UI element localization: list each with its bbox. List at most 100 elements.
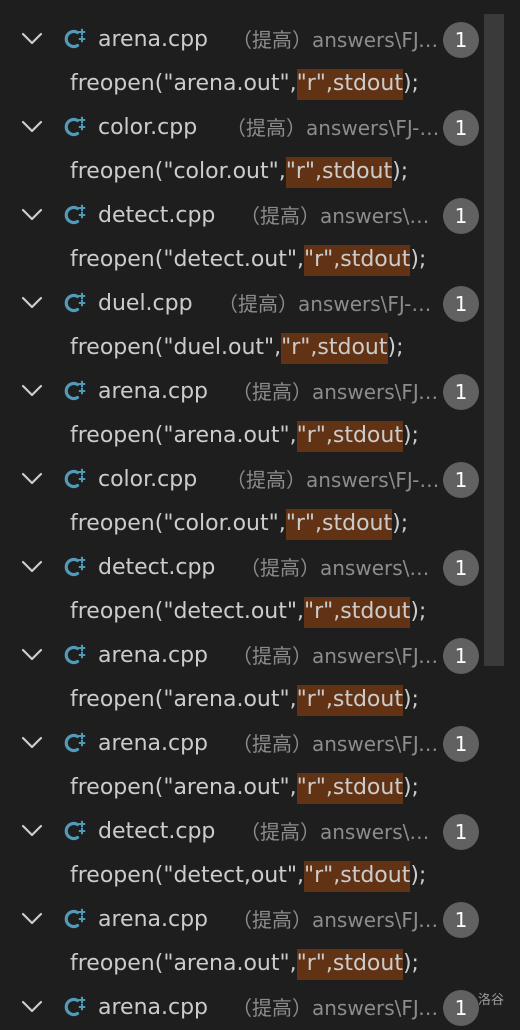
match-prefix: freopen("detect.out", [70, 247, 304, 272]
match-count-badge: 1 [443, 638, 479, 674]
chevron-down-icon[interactable] [21, 383, 43, 399]
match-prefix: freopen("arena.out", [70, 687, 297, 712]
file-path: （提高）answers\FJ-2021-提高... [232, 996, 440, 1020]
file-result-row[interactable]: arena.cpp （提高）answers\FJ-2021-提高...1 [0, 18, 484, 62]
match-line-text: freopen("arena.out","r",stdout); [70, 421, 419, 452]
file-result-row[interactable]: detect.cpp （提高）answers\FJ-2021-提高...1 [0, 546, 484, 590]
match-line-text: freopen("arena.out","r",stdout); [70, 773, 419, 804]
file-path: （提高）answers\FJ-2021-提高... [232, 644, 440, 668]
match-highlight: "r",stdout [296, 949, 403, 980]
chevron-down-icon[interactable] [21, 823, 43, 839]
chevron-down-icon[interactable] [21, 647, 43, 663]
file-result-row[interactable]: arena.cpp （提高）answers\FJ-2021-提高...1 [0, 722, 484, 766]
match-line-row[interactable]: freopen("arena.out","r",stdout); [0, 414, 484, 458]
match-suffix: ); [402, 687, 419, 712]
file-path: （提高）answers\FJ-2021-提高... [240, 204, 440, 228]
file-result-row[interactable]: arena.cpp （提高）answers\FJ-2021-提高...1 [0, 370, 484, 414]
match-prefix: freopen("arena.out", [70, 951, 297, 976]
match-prefix: freopen("duel.out", [70, 335, 282, 360]
match-count-badge: 1 [443, 374, 479, 410]
match-line-row[interactable]: freopen("arena.out","r",stdout); [0, 678, 484, 722]
chevron-down-icon[interactable] [21, 911, 43, 927]
cpp-file-icon [64, 820, 86, 841]
match-suffix: ); [410, 863, 427, 888]
chevron-down-icon[interactable] [21, 735, 43, 751]
cpp-file-icon [64, 644, 86, 665]
match-count-badge: 1 [443, 22, 479, 58]
match-line-text: freopen("duel.out","r",stdout); [70, 333, 404, 364]
file-name: arena.cpp [98, 379, 209, 404]
file-name: detect.cpp [98, 555, 216, 580]
scrollbar-thumb[interactable] [484, 14, 504, 666]
match-count-badge: 1 [443, 110, 479, 146]
match-count-badge: 1 [443, 286, 479, 322]
cpp-file-icon [64, 204, 86, 225]
file-name: color.cpp [98, 115, 198, 140]
match-count-badge: 1 [443, 550, 479, 586]
file-name: color.cpp [98, 467, 198, 492]
match-prefix: freopen("arena.out", [70, 423, 297, 448]
cpp-file-icon [64, 556, 86, 577]
match-line-row[interactable]: freopen("arena.out","r",stdout); [0, 62, 484, 106]
match-suffix: ); [402, 71, 419, 96]
file-path: （提高）answers\FJ-2021-提高... [232, 28, 440, 52]
file-path: （提高）answers\FJ-2021-提高... [240, 556, 440, 580]
cpp-file-icon [64, 996, 86, 1017]
match-highlight: "r",stdout [296, 421, 403, 452]
file-path: （提高）answers\FJ-2021-提高... [226, 468, 440, 492]
match-count-badge: 1 [443, 462, 479, 498]
file-name: arena.cpp [98, 995, 209, 1020]
file-name: detect.cpp [98, 203, 216, 228]
chevron-down-icon[interactable] [21, 471, 43, 487]
file-result-row[interactable]: duel.cpp （提高）answers\FJ-2021-提高...1 [0, 282, 484, 326]
match-line-text: freopen("color.out","r",stdout); [70, 157, 409, 188]
chevron-down-icon[interactable] [21, 999, 43, 1015]
file-name: arena.cpp [98, 643, 209, 668]
match-highlight: "r",stdout [303, 245, 411, 276]
cpp-file-icon [64, 380, 86, 401]
cpp-file-icon [64, 732, 86, 753]
match-highlight: "r",stdout [303, 597, 411, 628]
match-prefix: freopen("color.out", [70, 159, 286, 184]
match-line-row[interactable]: freopen("arena.out","r",stdout); [0, 766, 484, 810]
match-highlight: "r",stdout [281, 333, 388, 364]
match-suffix: ); [410, 247, 427, 272]
file-result-row[interactable]: color.cpp （提高）answers\FJ-2021-提高...1 [0, 106, 484, 150]
match-suffix: ); [410, 599, 427, 624]
file-path: （提高）answers\FJ-2021-提高... [232, 908, 440, 932]
file-name: arena.cpp [98, 731, 209, 756]
match-line-row[interactable]: freopen("color.out","r",stdout); [0, 150, 484, 194]
file-result-row[interactable]: arena.cpp （提高）answers\FJ-2021-提高...1 [0, 986, 484, 1030]
match-line-text: freopen("arena.out","r",stdout); [70, 949, 419, 980]
match-highlight: "r",stdout [303, 861, 411, 892]
chevron-down-icon[interactable] [21, 207, 43, 223]
match-line-row[interactable]: freopen("detect.out","r",stdout); [0, 590, 484, 634]
match-line-row[interactable]: freopen("color.out","r",stdout); [0, 502, 484, 546]
file-result-row[interactable]: arena.cpp （提高）answers\FJ-2021-提高...1 [0, 634, 484, 678]
match-line-row[interactable]: freopen("detect.out","r",stdout); [0, 238, 484, 282]
file-result-row[interactable]: color.cpp （提高）answers\FJ-2021-提高...1 [0, 458, 484, 502]
chevron-down-icon[interactable] [21, 31, 43, 47]
match-count-badge: 1 [443, 902, 479, 938]
match-suffix: ); [392, 511, 409, 536]
file-path: （提高）answers\FJ-2021-提高... [218, 292, 440, 316]
cpp-file-icon [64, 116, 86, 137]
match-suffix: ); [402, 775, 419, 800]
match-suffix: ); [392, 159, 409, 184]
match-suffix: ); [402, 423, 419, 448]
chevron-down-icon[interactable] [21, 295, 43, 311]
file-result-row[interactable]: arena.cpp （提高）answers\FJ-2021-提高...1 [0, 898, 484, 942]
file-path: （提高）answers\FJ-2021-提高... [232, 380, 440, 404]
match-line-row[interactable]: freopen("detect,out","r",stdout); [0, 854, 484, 898]
file-path: （提高）answers\FJ-2021-提高... [226, 116, 440, 140]
file-result-row[interactable]: detect.cpp （提高）answers\FJ-2021-提高...1 [0, 194, 484, 238]
match-highlight: "r",stdout [296, 685, 403, 716]
match-prefix: freopen("detect,out", [70, 863, 304, 888]
match-line-row[interactable]: freopen("duel.out","r",stdout); [0, 326, 484, 370]
chevron-down-icon[interactable] [21, 119, 43, 135]
chevron-down-icon[interactable] [21, 559, 43, 575]
file-result-row[interactable]: detect.cpp （提高）answers\FJ-2021-提高...1 [0, 810, 484, 854]
file-name: duel.cpp [98, 291, 193, 316]
match-line-row[interactable]: freopen("arena.out","r",stdout); [0, 942, 484, 986]
match-line-text: freopen("arena.out","r",stdout); [70, 69, 419, 100]
